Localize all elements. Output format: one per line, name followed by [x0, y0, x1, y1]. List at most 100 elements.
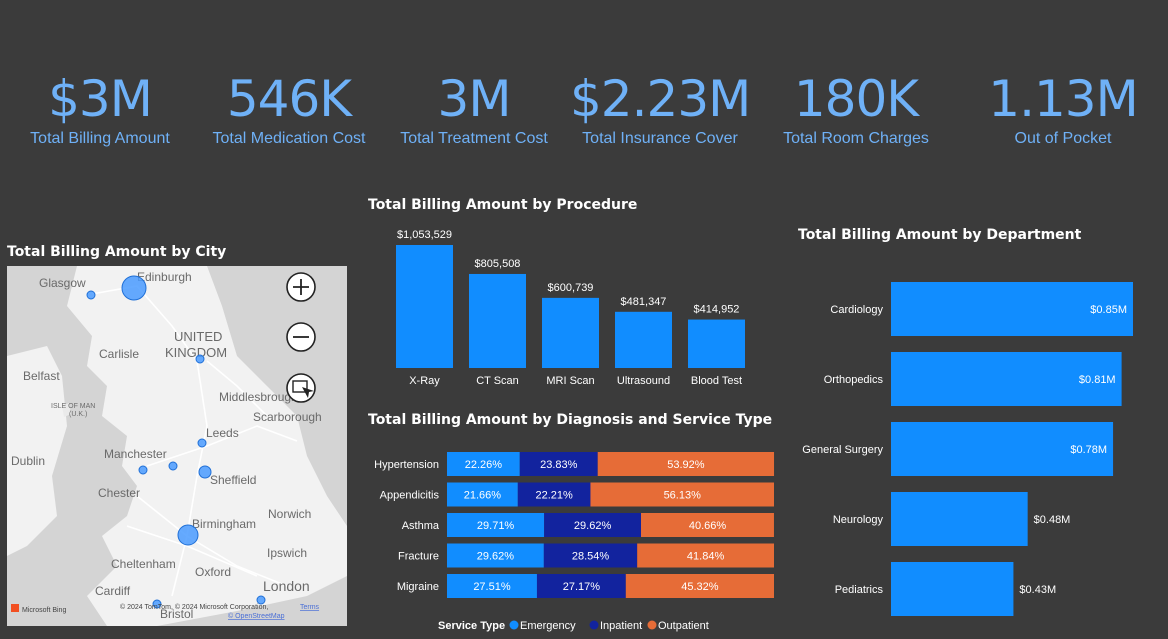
map-canvas[interactable]: Glasgow Edinburgh UNITED KINGDOM Carlisl… [7, 266, 347, 626]
kpi-label: Total Treatment Cost [400, 130, 548, 147]
procedure-bar[interactable] [542, 297, 599, 368]
procedure-bar[interactable] [615, 311, 672, 368]
map-label: Norwich [268, 507, 311, 521]
legend-item[interactable]: Emergency [520, 620, 576, 632]
kpi-medication-cost: 546K Total Medication Cost [209, 68, 369, 148]
kpi-out-of-pocket: 1.13M Out of Pocket [983, 68, 1143, 148]
department-data-label: $0.48M [1034, 514, 1071, 526]
city-map[interactable]: Glasgow Edinburgh UNITED KINGDOM Carlisl… [7, 266, 347, 626]
map-label: ISLE OF MAN [51, 403, 95, 410]
kpi-value: 3M [437, 70, 512, 128]
map-label: Sheffield [210, 473, 256, 487]
map-label: Edinburgh [137, 270, 192, 284]
procedure-data-label: $481,347 [621, 296, 667, 308]
diagnosis-data-label: 28.54% [572, 551, 610, 563]
department-data-label: $0.85M [1090, 304, 1127, 316]
department-bar-chart: Cardiology $0.85M Orthopedics $0.81M General… [802, 282, 1133, 616]
department-bar[interactable] [891, 492, 1028, 546]
diagnosis-category-label: Fracture [398, 551, 439, 563]
procedure-data-label: $805,508 [475, 258, 521, 270]
department-data-label: $0.81M [1079, 374, 1116, 386]
map-label: London [263, 578, 310, 594]
map-attribution: © 2024 TomTom, © 2024 Microsoft Corporat… [120, 603, 268, 611]
map-label: Middlesbrough [219, 390, 298, 404]
procedure-category-label: MRI Scan [546, 375, 594, 387]
kpi-label: Total Insurance Cover [582, 130, 738, 147]
procedure-category-label: Blood Test [691, 375, 742, 387]
procedure-bar-chart: $1,053,529 X-Ray $805,508 CT Scan $600,739 MR… [396, 229, 745, 387]
procedure-category-label: X-Ray [409, 375, 440, 387]
department-data-label: $0.43M [1019, 584, 1056, 596]
city-bubble [168, 461, 178, 471]
diagnosis-category-label: Hypertension [374, 459, 439, 471]
select-icon[interactable] [286, 373, 316, 403]
bing-label: Microsoft Bing [22, 607, 66, 614]
procedure-data-label: $600,739 [548, 282, 594, 294]
map-osm-link[interactable]: © OpenStreetMap [228, 612, 285, 620]
diagnosis-data-label: 53.92% [667, 459, 705, 471]
diagnosis-data-label: 41.84% [687, 551, 725, 563]
map-label: Chester [98, 486, 140, 500]
map-label: Glasgow [39, 276, 86, 290]
kpi-label: Out of Pocket [1014, 130, 1112, 147]
legend-marker [509, 620, 519, 630]
procedure-bar[interactable] [469, 273, 526, 368]
kpi-value: 546K [226, 70, 352, 128]
kpi-value: 1.13M [988, 70, 1138, 128]
map-terms-link[interactable]: Terms [300, 604, 320, 611]
map-title: Total Billing Amount by City [7, 244, 227, 260]
map-label: UNITED [174, 329, 222, 344]
kpi-room-charges: 180K Total Room Charges [776, 68, 936, 148]
map-label: (U.K.) [69, 411, 87, 418]
diagnosis-category-label: Asthma [402, 520, 440, 532]
map-label: Cheltenham [111, 557, 176, 571]
procedure-category-label: CT Scan [476, 375, 519, 387]
legend-item[interactable]: Outpatient [658, 620, 709, 632]
diagnosis-stacked-bar-chart: Hypertension 22.26% 23.83% 53.92% Appendicit… [374, 452, 775, 632]
map-label: Ipswich [267, 546, 307, 560]
kpi-value: $3M [48, 70, 153, 128]
department-chart-title: Total Billing Amount by Department [798, 227, 1082, 243]
kpi-total-billing: $3M Total Billing Amount [20, 68, 180, 148]
map-label: Oxford [195, 565, 231, 579]
map-label: Carlisle [99, 347, 139, 361]
diagnosis-data-label: 29.62% [574, 520, 612, 532]
procedure-bar[interactable] [688, 319, 745, 368]
diagnosis-data-label: 27.51% [473, 581, 511, 593]
map-label: Leeds [206, 426, 239, 440]
department-category-label: Pediatrics [835, 584, 884, 596]
department-data-label: $0.78M [1070, 444, 1107, 456]
department-bar[interactable] [891, 562, 1014, 616]
diagnosis-data-label: 45.32% [681, 581, 719, 593]
zoom-in-icon[interactable] [286, 272, 316, 302]
map-label: Manchester [104, 447, 167, 461]
kpi-treatment-cost: 3M Total Treatment Cost [394, 68, 554, 148]
diagnosis-data-label: 21.66% [464, 490, 502, 502]
city-bubble-leeds [197, 438, 207, 448]
diagnosis-data-label: 27.17% [563, 581, 601, 593]
map-label: Dublin [11, 454, 45, 468]
diagnosis-data-label: 22.26% [465, 459, 503, 471]
department-category-label: Neurology [833, 514, 884, 526]
procedure-bar[interactable] [396, 245, 453, 368]
city-bubble-sheffield [198, 465, 212, 479]
diagnosis-data-label: 29.62% [477, 551, 515, 563]
legend-marker [589, 620, 599, 630]
procedure-data-label: $1,053,529 [397, 229, 452, 241]
diagnosis-data-label: 40.66% [689, 520, 727, 532]
map-label: Cardiff [95, 584, 131, 598]
department-category-label: General Surgery [802, 444, 883, 456]
kpi-label: Total Medication Cost [212, 130, 366, 147]
diagnosis-data-label: 29.71% [477, 520, 515, 532]
procedure-category-label: Ultrasound [617, 375, 670, 387]
legend-item[interactable]: Inpatient [600, 620, 642, 632]
city-bubble-glasgow [86, 290, 96, 300]
diagnosis-data-label: 23.83% [540, 459, 578, 471]
kpi-insurance-cover: $2.23M Total Insurance Cover [570, 68, 751, 148]
kpi-value: 180K [793, 70, 919, 128]
map-label: Birmingham [192, 517, 256, 531]
city-bubble-birmingham [177, 524, 199, 546]
city-bubble-manchester [138, 465, 148, 475]
department-category-label: Orthopedics [824, 374, 884, 386]
zoom-out-icon[interactable] [286, 322, 316, 352]
